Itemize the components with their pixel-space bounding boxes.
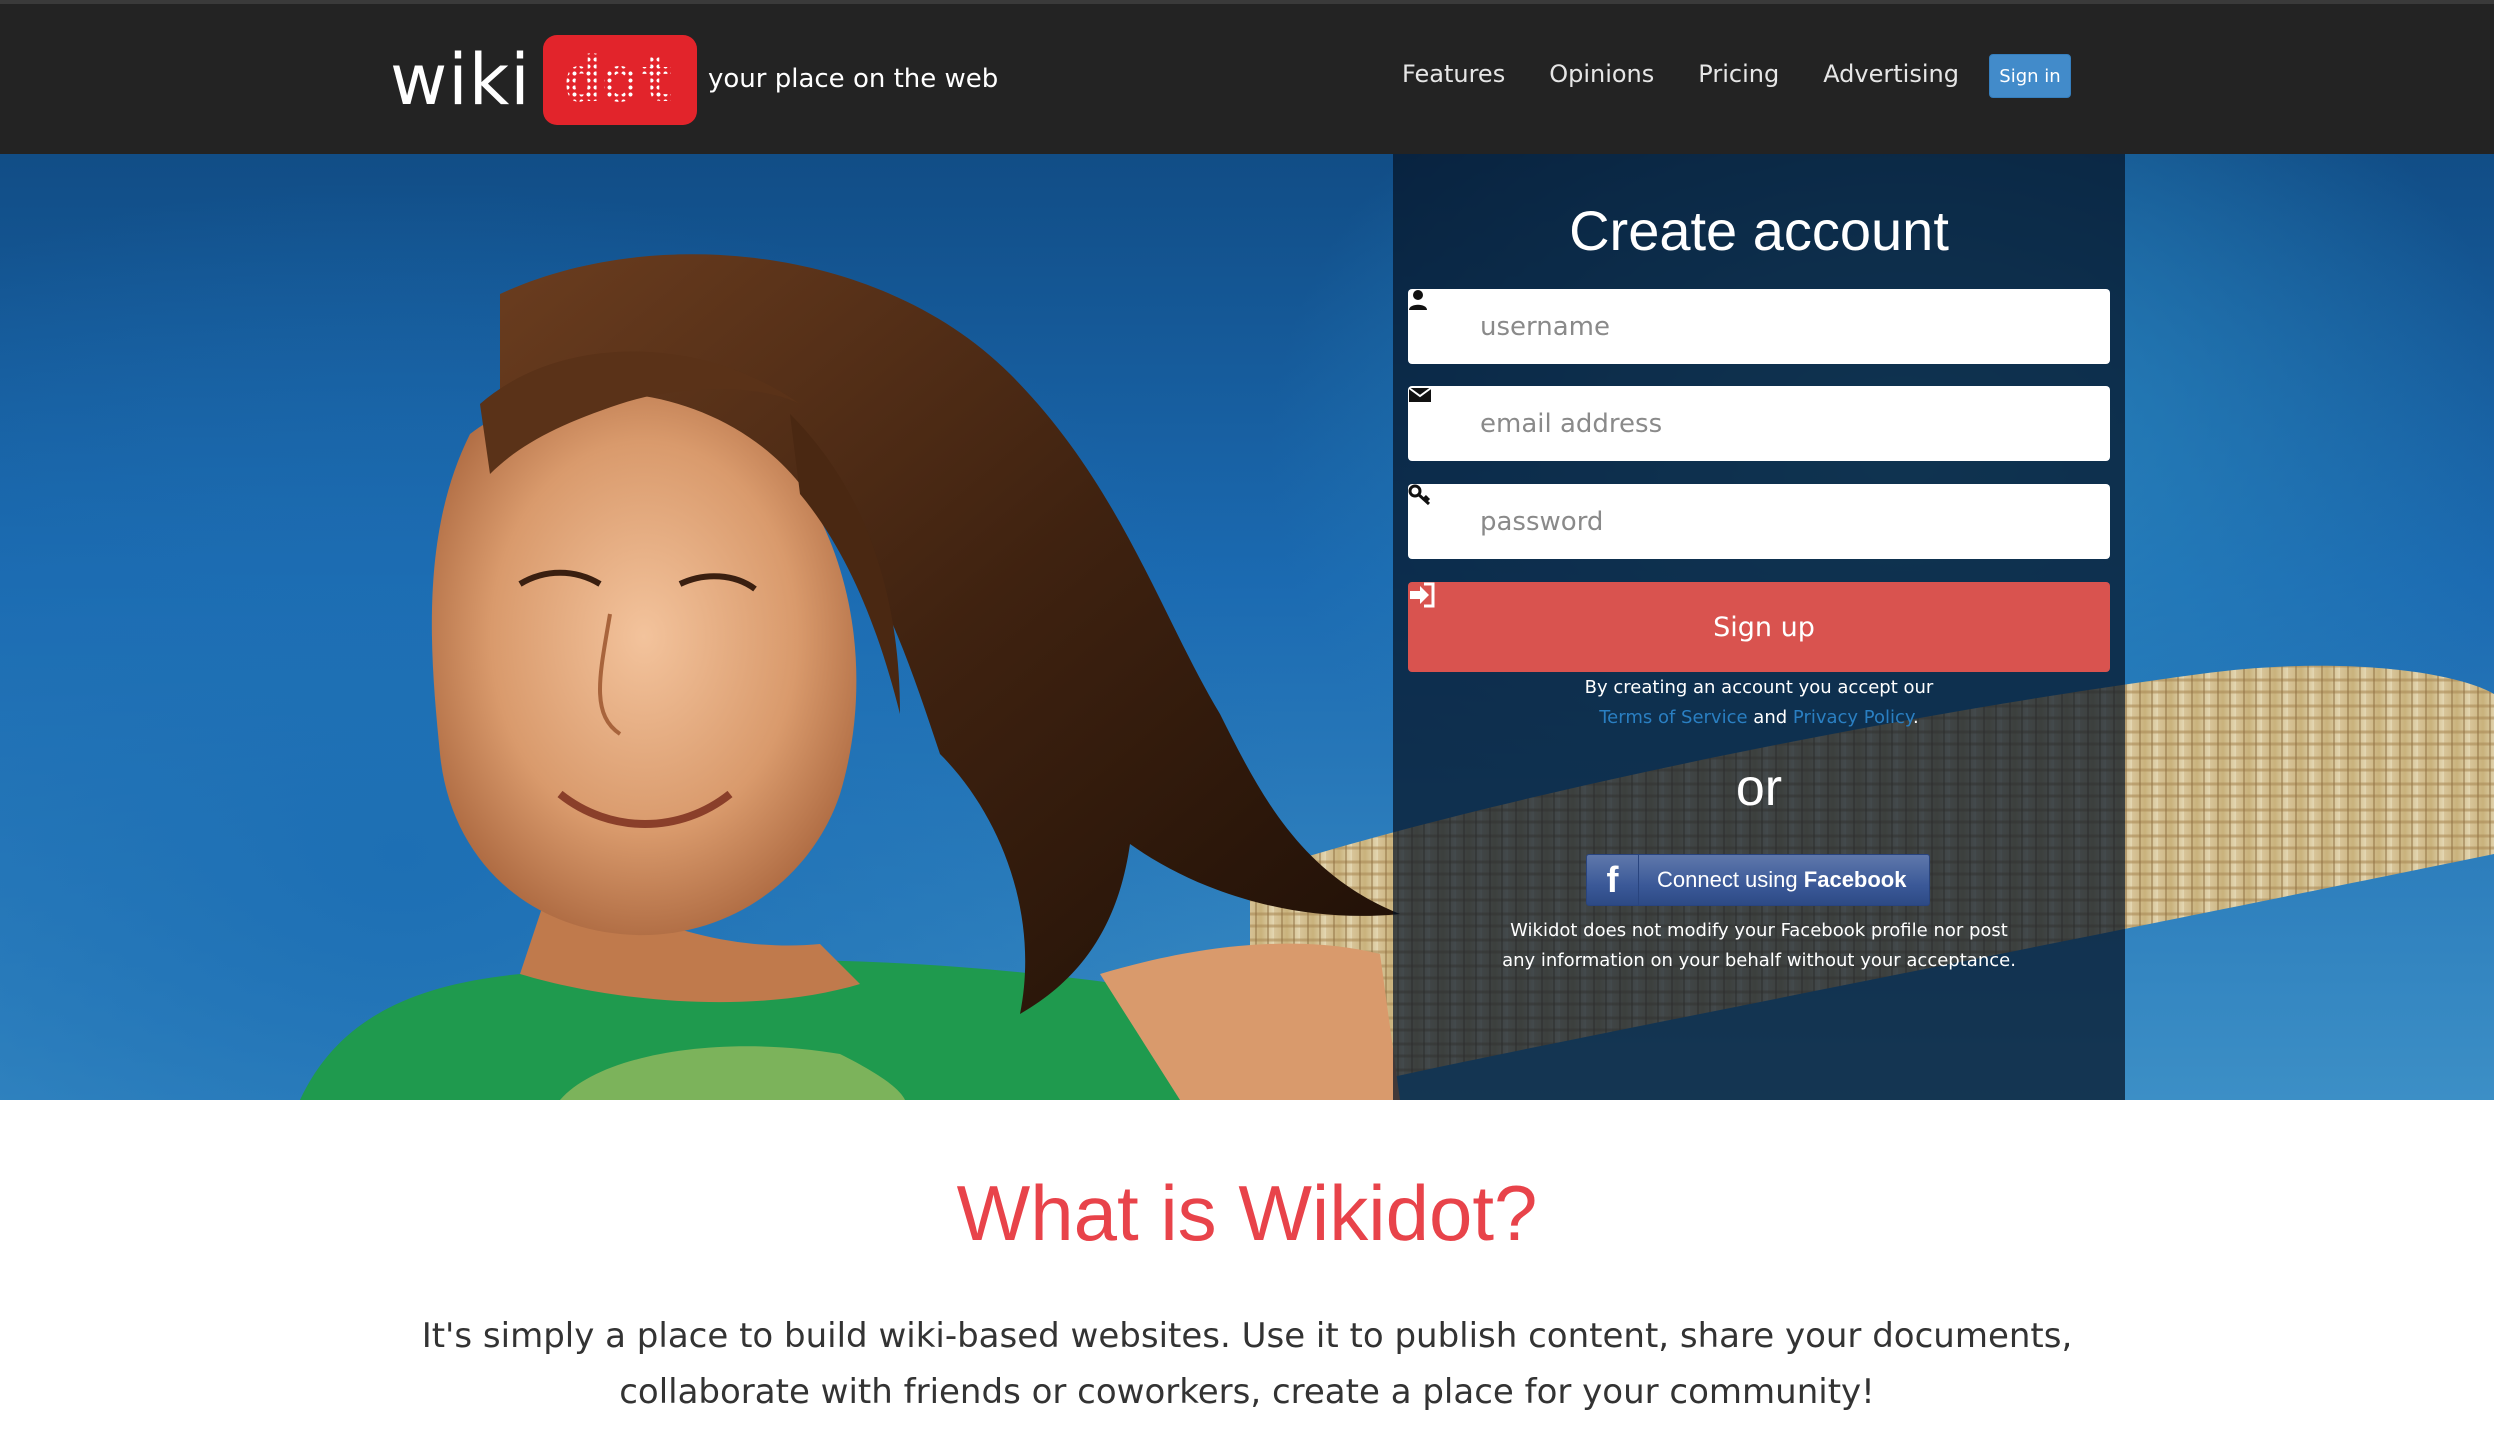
or-divider: or xyxy=(1735,759,1783,817)
password-input[interactable] xyxy=(1480,506,2080,537)
hero-banner: Create account Sign up By xyxy=(0,154,2494,1100)
what-is-wikidot-description: It's simply a place to build wiki-based … xyxy=(421,1316,2073,1412)
nav-pricing[interactable]: Pricing xyxy=(1698,60,1779,88)
sign-up-button[interactable]: Sign up xyxy=(1408,582,2110,672)
main-nav: Features Opinions Pricing Advertising xyxy=(1402,60,2003,88)
nav-advertising[interactable]: Advertising xyxy=(1823,60,1959,88)
email-input[interactable] xyxy=(1480,408,2080,439)
top-navbar: wiki dot your place on the web Features … xyxy=(0,0,2494,154)
connect-facebook-button[interactable]: f Connect using Facebook xyxy=(1586,854,1930,906)
what-is-wikidot-heading: What is Wikidot? xyxy=(956,1169,1538,1257)
nav-opinions[interactable]: Opinions xyxy=(1549,60,1654,88)
terms-of-service-link[interactable]: Terms of Service xyxy=(1599,707,1747,728)
username-field[interactable] xyxy=(1408,289,2110,364)
tagline: your place on the web xyxy=(708,64,999,94)
wikidot-logo[interactable]: wiki dot xyxy=(390,34,697,126)
terms-and: and xyxy=(1753,707,1788,728)
terms-notice: By creating an account you accept our Te… xyxy=(1393,673,2125,733)
privacy-policy-link[interactable]: Privacy Policy xyxy=(1793,707,1913,728)
username-input[interactable] xyxy=(1480,311,2080,342)
password-field[interactable] xyxy=(1408,484,2110,559)
sign-up-label: Sign up xyxy=(1713,611,1815,643)
create-account-title: Create account xyxy=(1569,199,1949,262)
facebook-privacy-note: Wikidot does not modify your Facebook pr… xyxy=(1502,920,2016,971)
create-account-panel: Create account Sign up By xyxy=(1393,154,2125,1100)
facebook-icon: f xyxy=(1587,855,1639,905)
logo-dot-text: dot xyxy=(563,43,676,116)
facebook-button-label: Connect using Facebook xyxy=(1639,867,1906,893)
nav-features[interactable]: Features xyxy=(1402,60,1505,88)
terms-prefix: By creating an account you accept our xyxy=(1584,677,1934,698)
sign-in-button[interactable]: Sign in xyxy=(1989,54,2071,98)
facebook-brand: Facebook xyxy=(1803,867,1907,892)
terms-suffix: . xyxy=(1913,707,1919,728)
email-field[interactable] xyxy=(1408,386,2110,461)
facebook-prefix: Connect using xyxy=(1657,867,1798,892)
logo-dot-badge: dot xyxy=(542,35,697,125)
logo-wiki-text: wiki xyxy=(390,39,531,121)
